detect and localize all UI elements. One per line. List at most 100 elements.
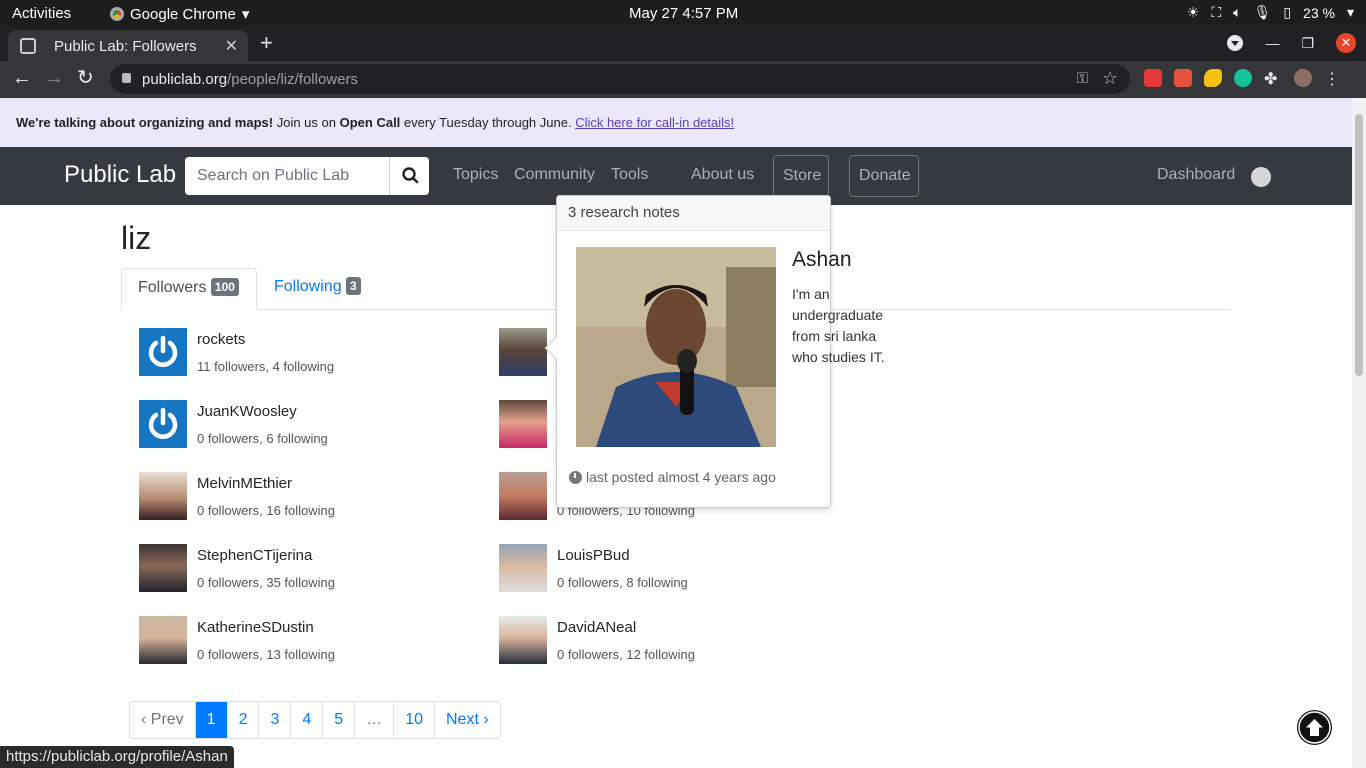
follower-name[interactable]: LouisPBud bbox=[557, 547, 630, 564]
link-status-bar: https://publiclab.org/profile/Ashan bbox=[0, 746, 234, 768]
popover-last-posted: last posted almost 4 years ago bbox=[569, 469, 776, 485]
popover-username[interactable]: Ashan bbox=[792, 248, 852, 272]
follower-avatar[interactable] bbox=[499, 472, 547, 520]
system-top-bar: Activities Google Chrome ▾ May 27 4:57 P… bbox=[0, 0, 1366, 27]
extension-todo-icon[interactable] bbox=[1144, 69, 1162, 87]
pagination-page[interactable]: 1 bbox=[195, 702, 228, 738]
power-icon bbox=[148, 335, 178, 367]
extension-e-icon[interactable] bbox=[1174, 69, 1192, 87]
site-brand[interactable]: Public Lab bbox=[64, 161, 176, 189]
follower-name[interactable]: rockets bbox=[197, 331, 245, 348]
follower-avatar[interactable] bbox=[139, 472, 187, 520]
restore-icon[interactable]: ❐ bbox=[1301, 35, 1314, 52]
user-popover: 3 research notes Ashan I'm an undergradu… bbox=[544, 195, 885, 508]
follower-name[interactable]: JuanKWoosley bbox=[197, 403, 297, 420]
bookmark-star-icon[interactable]: ☆ bbox=[1102, 68, 1118, 89]
profile-avatar-icon[interactable] bbox=[1294, 69, 1312, 87]
user-avatar[interactable] bbox=[1251, 167, 1271, 187]
search-input[interactable] bbox=[185, 157, 389, 195]
donate-button[interactable]: Donate bbox=[849, 155, 919, 197]
browser-tab[interactable]: Public Lab: Followers ✕ bbox=[8, 30, 248, 61]
close-tab-icon[interactable]: ✕ bbox=[225, 36, 238, 56]
follower-stats: 0 followers, 35 following bbox=[197, 575, 336, 590]
pagination-page[interactable]: 3 bbox=[259, 702, 292, 738]
follower-item: LouisPBud 0 followers, 8 following bbox=[499, 544, 839, 592]
tab-followers[interactable]: Followers 100 bbox=[121, 268, 257, 310]
call-in-details-link[interactable]: Click here for call-in details! bbox=[575, 115, 734, 130]
lock-icon[interactable] bbox=[122, 73, 131, 83]
follower-avatar[interactable] bbox=[499, 616, 547, 664]
window-controls: — ❐ ✕ bbox=[1227, 33, 1356, 53]
puzzle-icon[interactable]: ✤ bbox=[1264, 69, 1282, 88]
announcement-banner: We're talking about organizing and maps!… bbox=[0, 98, 1352, 147]
person-portrait-image bbox=[576, 247, 776, 447]
pagination-ellipsis: … bbox=[355, 702, 395, 738]
follower-name[interactable]: DavidANeal bbox=[557, 619, 636, 636]
scroll-to-top-button[interactable] bbox=[1297, 710, 1332, 745]
follower-avatar[interactable] bbox=[139, 616, 187, 664]
scrollbar-thumb[interactable] bbox=[1355, 114, 1363, 376]
follower-name[interactable]: KatherineSDustin bbox=[197, 619, 314, 636]
follower-stats: 0 followers, 13 following bbox=[197, 647, 336, 662]
chrome-icon bbox=[110, 7, 124, 21]
following-count-badge: 3 bbox=[346, 277, 361, 295]
pagination-prev[interactable]: ‹ Prev bbox=[130, 702, 196, 738]
brightness-icon: ☀ bbox=[1186, 4, 1200, 20]
follower-name[interactable]: MelvinMEthier bbox=[197, 475, 292, 492]
follower-item: KatherineSDustin 0 followers, 13 followi… bbox=[139, 616, 479, 664]
more-menu-icon[interactable]: ⋮ bbox=[1324, 69, 1342, 88]
pagination-page[interactable]: 2 bbox=[228, 702, 260, 738]
pagination-next[interactable]: Next › bbox=[435, 702, 500, 738]
battery-level: 23 % bbox=[1303, 4, 1335, 21]
nav-link-about-us[interactable]: About us bbox=[691, 166, 754, 184]
follower-avatar[interactable] bbox=[139, 328, 187, 376]
url-text[interactable]: publiclab.org/people/liz/followers bbox=[142, 71, 358, 88]
power-icon bbox=[148, 407, 178, 439]
nav-link-community[interactable]: Community bbox=[514, 166, 595, 184]
pagination-page[interactable]: 10 bbox=[394, 702, 435, 738]
follower-item: StephenCTijerina 0 followers, 35 followi… bbox=[139, 544, 479, 592]
tab-search-icon[interactable] bbox=[1227, 35, 1244, 51]
popover-profile-photo[interactable] bbox=[576, 247, 776, 447]
follower-avatar[interactable] bbox=[499, 400, 547, 448]
search-button[interactable] bbox=[389, 157, 429, 195]
address-bar[interactable]: publiclab.org/people/liz/followers ⚿ ☆ bbox=[110, 64, 1130, 94]
follower-stats: 0 followers, 8 following bbox=[557, 575, 688, 590]
follower-stats: 11 followers, 4 following bbox=[197, 359, 335, 374]
tab-following[interactable]: Following 3 bbox=[274, 277, 361, 296]
extension-highlighter-icon[interactable] bbox=[1204, 69, 1222, 87]
follower-name[interactable]: StephenCTijerina bbox=[197, 547, 312, 564]
pagination-page[interactable]: 4 bbox=[291, 702, 324, 738]
follower-item: MelvinMEthier 0 followers, 16 following bbox=[139, 472, 479, 520]
system-tray[interactable]: ☀ ⛶ 🔈︎ 🎙︎ ▯ 23 % ▾ bbox=[1187, 4, 1354, 21]
follower-avatar[interactable] bbox=[499, 544, 547, 592]
reload-icon[interactable]: ↻ bbox=[77, 68, 94, 88]
page-scrollbar[interactable] bbox=[1352, 98, 1366, 768]
store-button[interactable]: Store bbox=[773, 155, 829, 197]
minimize-icon[interactable]: — bbox=[1265, 35, 1279, 51]
password-key-icon[interactable]: ⚿ bbox=[1077, 70, 1088, 87]
network-icon: ⛶ bbox=[1211, 4, 1222, 20]
follower-avatar[interactable] bbox=[499, 328, 547, 376]
close-window-icon[interactable]: ✕ bbox=[1336, 33, 1356, 53]
app-menu[interactable]: Google Chrome ▾ bbox=[110, 5, 249, 23]
last-posted-text: last posted almost 4 years ago bbox=[586, 469, 776, 485]
nav-link-tools[interactable]: Tools bbox=[611, 166, 648, 184]
popover-header: 3 research notes bbox=[557, 196, 830, 231]
follower-stats: 0 followers, 6 following bbox=[197, 431, 328, 446]
system-clock[interactable]: May 27 4:57 PM bbox=[629, 5, 738, 22]
follower-avatar[interactable] bbox=[139, 544, 187, 592]
grammarly-icon[interactable] bbox=[1234, 69, 1252, 87]
clock-icon bbox=[569, 471, 582, 484]
arrow-up-circle-icon bbox=[1298, 711, 1331, 744]
new-tab-button[interactable]: + bbox=[260, 32, 273, 54]
tab-following-label: Following bbox=[274, 278, 342, 296]
nav-link-topics[interactable]: Topics bbox=[453, 166, 498, 184]
dashboard-link[interactable]: Dashboard bbox=[1157, 166, 1235, 184]
follower-avatar[interactable] bbox=[139, 400, 187, 448]
back-arrow-icon[interactable]: ← bbox=[12, 68, 32, 88]
pagination-page[interactable]: 5 bbox=[323, 702, 356, 738]
forward-arrow-icon[interactable]: → bbox=[44, 68, 64, 88]
activities-button[interactable]: Activities bbox=[12, 5, 71, 22]
volume-icon: 🔈︎ bbox=[1233, 4, 1242, 20]
